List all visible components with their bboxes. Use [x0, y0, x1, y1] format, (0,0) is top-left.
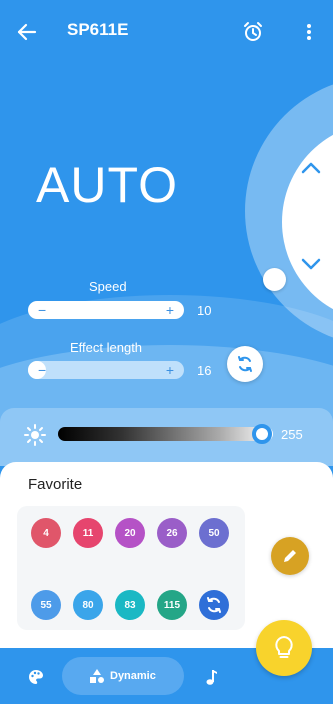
favorite-chip-refresh[interactable] [199, 590, 229, 620]
favorite-chip-55[interactable]: 55 [31, 590, 61, 620]
refresh-icon [238, 356, 252, 372]
speed-slider[interactable]: − + [28, 301, 184, 319]
pencil-icon [284, 550, 296, 562]
page-title: SP611E [67, 20, 129, 39]
alarm-button[interactable] [240, 19, 266, 45]
sun-icon [24, 424, 46, 446]
favorite-chip-80[interactable]: 80 [73, 590, 103, 620]
effect-length-slider[interactable]: − + [28, 361, 184, 379]
lightbulb-icon [275, 636, 293, 658]
speed-increase-button[interactable]: + [166, 301, 174, 319]
favorite-chip-83[interactable]: 83 [115, 590, 145, 620]
chevron-up-icon[interactable] [300, 157, 322, 179]
favorite-chip-4[interactable]: 4 [31, 518, 61, 548]
effect-length-decrease-button[interactable]: − [38, 361, 46, 379]
favorite-chip-20[interactable]: 20 [115, 518, 145, 548]
refresh-icon [207, 597, 221, 613]
alarm-clock-icon [244, 22, 262, 41]
favorite-chip-11[interactable]: 11 [73, 518, 103, 548]
mode-dial-knob[interactable] [263, 268, 286, 291]
tab-color[interactable] [25, 666, 47, 688]
palette-icon [29, 670, 43, 684]
tab-music[interactable] [200, 666, 222, 688]
chevron-down-icon[interactable] [300, 253, 322, 275]
speed-decrease-button[interactable]: − [38, 301, 46, 319]
top-bar: SP611E [0, 0, 333, 64]
more-button[interactable] [300, 20, 318, 44]
favorite-chip-26[interactable]: 26 [157, 518, 187, 548]
tab-dynamic-label: Dynamic [110, 670, 156, 682]
arrow-left-icon [17, 23, 37, 41]
favorite-chip-50[interactable]: 50 [199, 518, 229, 548]
speed-label: Speed [89, 279, 127, 294]
effect-length-value: 16 [197, 363, 212, 378]
brightness-slider-knob[interactable] [252, 424, 272, 444]
speed-value: 10 [197, 303, 212, 318]
back-button[interactable] [14, 20, 40, 44]
brightness-value: 255 [281, 427, 303, 442]
favorite-title: Favorite [28, 476, 83, 493]
direction-toggle-button[interactable] [227, 346, 263, 382]
power-fab-button[interactable] [256, 620, 312, 676]
music-note-icon [206, 670, 217, 685]
favorite-chip-115[interactable]: 115 [157, 590, 187, 620]
effect-length-label: Effect length [70, 340, 143, 355]
more-vertical-icon [307, 24, 311, 40]
edit-favorites-button[interactable] [271, 537, 309, 575]
brightness-slider[interactable] [58, 427, 273, 441]
shapes-icon [90, 669, 104, 683]
effect-length-increase-button[interactable]: + [166, 361, 174, 379]
app-screen: SP611E AUTO Speed − + 10 Effect length −… [0, 0, 333, 704]
mode-label: AUTO [36, 157, 178, 213]
